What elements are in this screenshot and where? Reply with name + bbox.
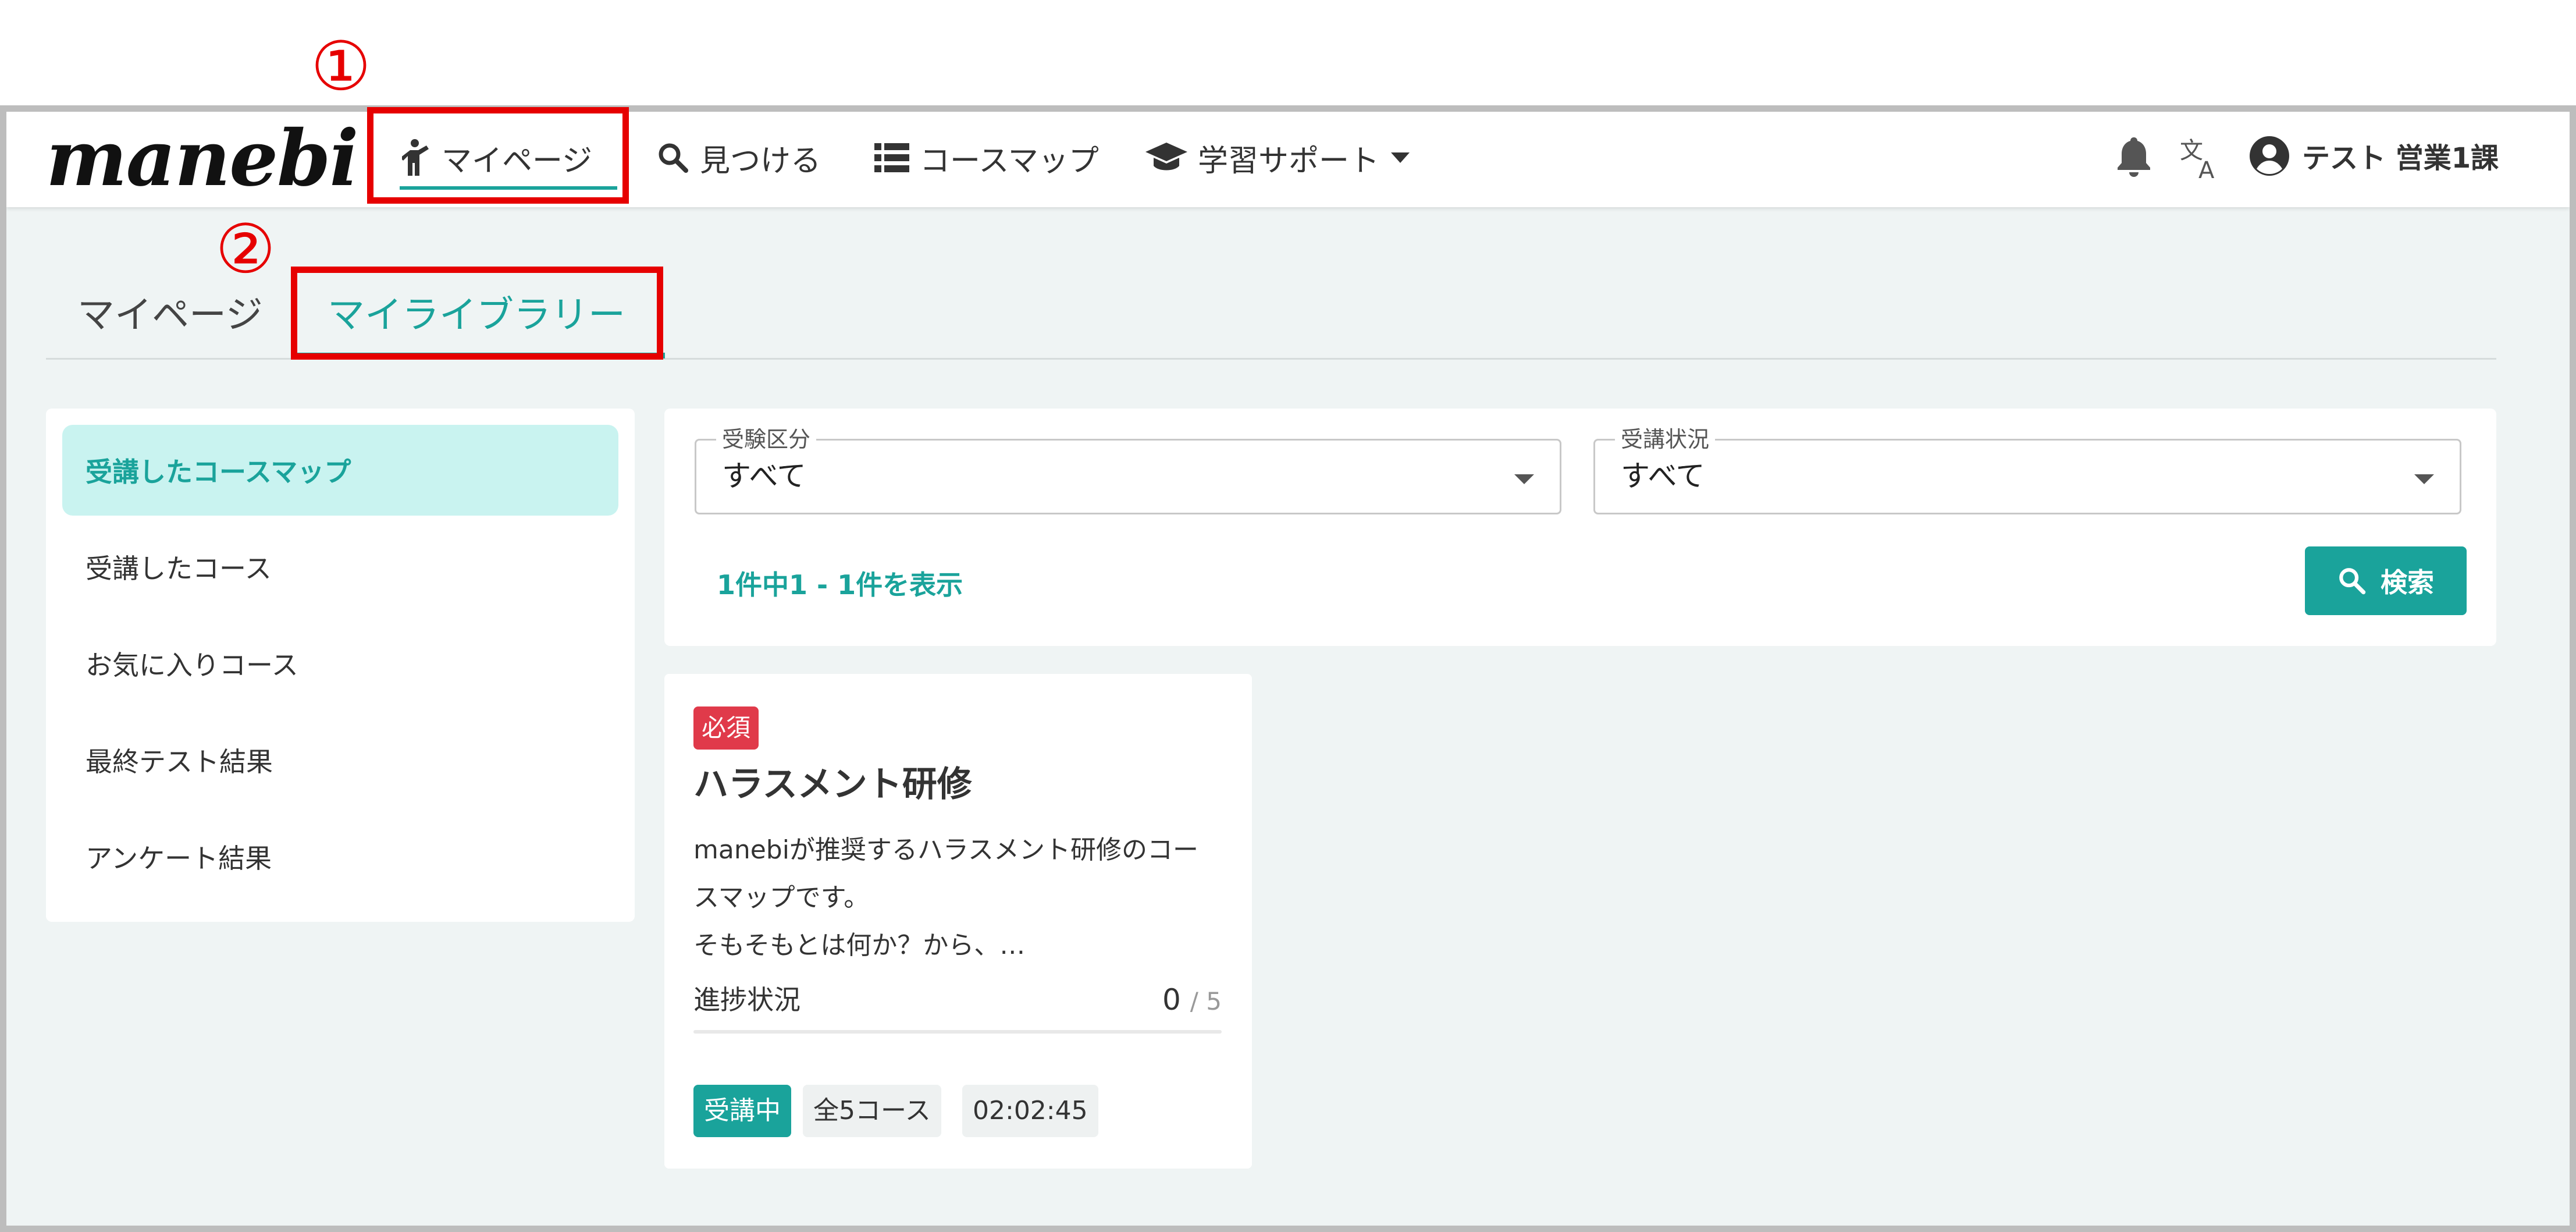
attendance-status-value: すべて: [1621, 459, 1705, 493]
filter-panel: 受験区分 すべて 受講状況 すべて 1件中1 - 1件を表示 検索: [664, 409, 2496, 646]
manebi-logo[interactable]: manebi: [46, 115, 359, 203]
progress-label: 進捗状況: [693, 984, 800, 1016]
sidebar-item-attended-courses[interactable]: 受講したコース: [62, 521, 618, 612]
svg-text:A: A: [2198, 157, 2215, 179]
attendance-status-select[interactable]: 受講状況 すべて: [1593, 424, 2461, 514]
chevron-down-icon: [1514, 474, 1534, 484]
progress-count: 0 / 5: [1162, 977, 1222, 1025]
progress-done: 0: [1162, 983, 1181, 1017]
list-icon: [874, 143, 909, 172]
nav-learning-support[interactable]: 学習サポート: [1145, 132, 1410, 184]
card-description-line: スマップです。: [693, 883, 870, 913]
sidebar-item-final-test-results[interactable]: 最終テスト結果: [62, 715, 618, 805]
nav-coursemap-label: コースマップ: [920, 143, 1099, 179]
tab-mypage[interactable]: マイページ: [77, 286, 263, 345]
exam-category-select[interactable]: 受験区分 すべて: [695, 424, 1561, 514]
results-count: 1件中1 - 1件を表示: [717, 569, 963, 601]
annotation-number-2: ②: [215, 210, 276, 289]
sidebar-item-favorite-courses[interactable]: お気に入りコース: [62, 618, 618, 709]
search-button-label: 検索: [2381, 567, 2434, 598]
annotation-box-1: [367, 107, 629, 204]
search-icon: [2339, 568, 2366, 595]
progress-total: / 5: [1190, 987, 1222, 1016]
card-description-line: そもそもとは何か？から、…: [693, 931, 1026, 960]
required-badge: 必須: [693, 706, 759, 750]
duration-badge: 02:02:45: [962, 1085, 1098, 1137]
nav-find[interactable]: 見つける: [657, 132, 821, 184]
nav-find-label: 見つける: [700, 143, 821, 179]
attendance-status-label: 受講状況: [1615, 424, 1716, 455]
chevron-down-icon: [2414, 474, 2434, 484]
bell-icon[interactable]: [2116, 135, 2152, 177]
card-description: manebiが推奨するハラスメント研修のコー スマップです。 そもそもとは何か？…: [693, 826, 1229, 970]
exam-category-value: すべて: [722, 459, 806, 493]
chevron-down-icon: [1391, 152, 1410, 163]
card-title[interactable]: ハラスメント研修: [693, 755, 972, 814]
annotation-number-1: ①: [311, 27, 371, 106]
translate-icon[interactable]: 文 A: [2179, 135, 2223, 179]
nav-coursemap[interactable]: コースマップ: [874, 132, 1099, 184]
nav-learning-support-label: 学習サポート: [1198, 143, 1380, 179]
coursemap-card[interactable]: 必須 ハラスメント研修 manebiが推奨するハラスメント研修のコー スマップで…: [664, 674, 1252, 1169]
sidebar-item-survey-results[interactable]: アンケート結果: [62, 811, 618, 902]
exam-category-label: 受験区分: [716, 424, 817, 455]
sidebar-item-attended-coursemaps[interactable]: 受講したコースマップ: [62, 425, 618, 516]
annotation-box-2: [291, 267, 663, 360]
search-button[interactable]: 検索: [2305, 546, 2467, 615]
progress-bar: [693, 1030, 1222, 1034]
search-icon: [659, 143, 688, 173]
status-badge: 受講中: [693, 1085, 791, 1137]
account-circle-icon[interactable]: [2248, 135, 2290, 177]
user-name[interactable]: テスト 営業1課: [2302, 135, 2499, 182]
library-sidebar: 受講したコースマップ 受講したコース お気に入りコース 最終テスト結果 アンケー…: [46, 409, 635, 922]
card-description-line: manebiが推奨するハラスメント研修のコー: [693, 835, 1199, 865]
course-count-badge: 全5コース: [803, 1085, 941, 1137]
graduation-cap-icon: [1145, 143, 1187, 171]
